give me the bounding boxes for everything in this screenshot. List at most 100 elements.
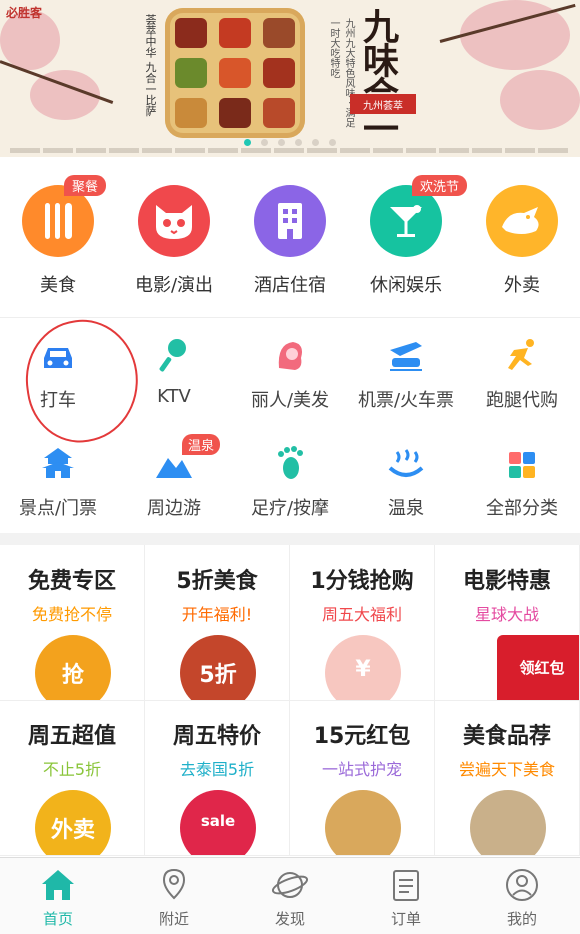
subcategory-9[interactable]: 温泉 xyxy=(348,442,464,520)
tab-label: 我的 xyxy=(506,910,537,928)
tab-label: 发现 xyxy=(274,910,305,928)
promo-subtitle: 星球大战 xyxy=(474,605,539,624)
carousel-dot[interactable] xyxy=(329,139,336,146)
promo-image-text: 外卖 xyxy=(50,818,95,843)
promo-image-text: ¥ xyxy=(355,657,371,682)
subcategory-8[interactable]: 足疗/按摩 xyxy=(232,442,348,520)
promo-card[interactable]: 周五特价去泰国5折 sale xyxy=(145,700,290,856)
promo-image: sale xyxy=(180,790,256,855)
carousel-indicator[interactable] xyxy=(0,139,580,146)
tab-4[interactable]: 订单 xyxy=(348,858,464,934)
category-3[interactable]: 酒店住宿 xyxy=(232,185,348,297)
subcategory-label: 跑腿代购 xyxy=(486,390,558,411)
promotion-grid: 免费专区 免费抢不停抢 5折美食 开年福利! 5折 1分钱抢购 周五大福利 ¥ 电影特惠 星球大战… xyxy=(0,545,580,857)
banner-stamp: 九州荟萃 xyxy=(350,94,416,114)
promo-title: 美食品荐 xyxy=(462,724,551,749)
plane-train-icon xyxy=(348,334,464,372)
subcategory-label: 全部分类 xyxy=(486,498,558,519)
carousel-dot[interactable] xyxy=(244,139,251,146)
tab-label: 附近 xyxy=(158,910,189,928)
promo-banner[interactable]: 必胜客 荟萃中华 九合一比萨 九州九大特色风味 · 满足一时大吃特吃 九味合一 … xyxy=(0,0,580,157)
subcategory-label: 周边游 xyxy=(147,498,201,519)
subcategory-3[interactable]: 丽人/美发 xyxy=(232,334,348,412)
cat-icon xyxy=(138,185,210,257)
user-icon xyxy=(505,869,539,906)
subcategory-badge: 温泉 xyxy=(182,434,221,455)
category-label: 美食 xyxy=(40,275,76,296)
subcategory-4[interactable]: 机票/火车票 xyxy=(348,334,464,412)
subcategory-5[interactable]: 跑腿代购 xyxy=(464,334,580,412)
promo-image-text: sale xyxy=(200,812,236,830)
promo-image: 抢 xyxy=(35,635,111,700)
carousel-dot[interactable] xyxy=(278,139,285,146)
promo-image-text: 5折 xyxy=(199,663,237,688)
banner-left-slogan: 荟萃中华 九合一比萨 xyxy=(144,14,157,117)
promo-card[interactable]: 周五超值 不止5折 外卖 xyxy=(0,700,145,856)
category-4[interactable]: 欢洗节休闲娱乐 xyxy=(348,175,468,297)
promo-card[interactable]: 5折美食 开年福利! 5折 xyxy=(145,545,290,701)
banner-title: 九味合一 xyxy=(357,8,399,144)
promo-card[interactable]: 免费专区免费抢不停抢 xyxy=(0,545,145,701)
category-badge: 聚餐 xyxy=(64,175,107,196)
promo-card[interactable]: 15元红包一站式护宠 xyxy=(290,700,435,856)
promo-image: 5折 xyxy=(180,635,256,700)
promo-image xyxy=(470,790,546,855)
promo-title: 1分钱抢购 xyxy=(310,569,414,594)
grid-icon xyxy=(464,442,580,480)
promo-subtitle: 周五大福利 xyxy=(321,605,402,624)
subcategory-label: 丽人/美发 xyxy=(250,390,330,411)
tab-3[interactable]: 发现 xyxy=(232,858,348,934)
promo-card[interactable]: 1分钱抢购周五大福利 ¥ xyxy=(290,545,435,701)
category-label: 休闲娱乐 xyxy=(370,275,442,296)
promo-image: 外卖 xyxy=(35,790,111,855)
promo-subtitle: 开年福利! xyxy=(181,605,253,624)
category-2[interactable]: 电影/演出 xyxy=(116,185,232,297)
pizza-image xyxy=(165,8,305,138)
main-category-grid: 聚餐 美食 电影/演出 酒店住宿 欢洗节 休闲娱乐 外卖 xyxy=(0,157,580,317)
planet-icon xyxy=(271,872,309,906)
category-label: 酒店住宿 xyxy=(254,275,326,296)
promo-subtitle: 一站式护宠 xyxy=(321,760,402,779)
promo-subtitle: 不止5折 xyxy=(42,760,102,779)
footprint-icon xyxy=(232,442,348,480)
location-pin-icon xyxy=(157,868,191,906)
tab-label: 首页 xyxy=(42,910,73,928)
order-list-icon xyxy=(391,870,421,906)
promo-image: ¥ xyxy=(325,635,401,700)
category-1[interactable]: 聚餐美食 xyxy=(0,175,116,297)
promo-title: 免费专区 xyxy=(27,569,116,594)
cocktail-icon: 欢洗节 xyxy=(370,175,468,257)
woman-hair-icon xyxy=(232,334,348,372)
promo-subtitle: 尝遍天下美食 xyxy=(458,760,555,779)
promo-title: 周五特价 xyxy=(172,724,261,749)
brand-logo: 必胜客 xyxy=(6,6,43,20)
carousel-dot[interactable] xyxy=(261,139,268,146)
subcategory-7[interactable]: 温泉周边游 xyxy=(116,434,232,520)
promo-subtitle: 免费抢不停 xyxy=(31,605,112,624)
pagoda-icon xyxy=(0,442,116,480)
tab-5[interactable]: 我的 xyxy=(464,858,580,934)
category-label: 电影/演出 xyxy=(134,275,214,296)
category-5[interactable]: 外卖 xyxy=(464,185,580,297)
tab-label: 订单 xyxy=(390,910,421,928)
subcategory-10[interactable]: 全部分类 xyxy=(464,442,580,520)
tab-2[interactable]: 附近 xyxy=(116,858,232,934)
category-badge: 欢洗节 xyxy=(412,175,468,196)
subcategory-label: 景点/门票 xyxy=(18,498,98,519)
promo-card[interactable]: 电影特惠 星球大战 领红包 xyxy=(435,545,580,701)
delivery-icon xyxy=(486,185,558,257)
promo-title: 电影特惠 xyxy=(462,569,551,594)
promo-subtitle: 去泰国5折 xyxy=(179,760,255,779)
category-label: 外卖 xyxy=(504,275,540,296)
promo-image-text: 抢 xyxy=(61,663,84,688)
tab-1[interactable]: 首页 xyxy=(0,858,116,934)
carousel-dot[interactable] xyxy=(295,139,302,146)
bottom-tab-bar: 首页 附近 发现 订单 我的 xyxy=(0,857,580,934)
hot-spring-icon xyxy=(348,442,464,480)
carousel-dot[interactable] xyxy=(312,139,319,146)
subcategory-6[interactable]: 景点/门票 xyxy=(0,442,116,520)
promo-title: 15元红包 xyxy=(313,724,411,749)
building-icon xyxy=(254,185,326,257)
banner-fine-print xyxy=(10,148,570,153)
promo-card[interactable]: 美食品荐尝遍天下美食 xyxy=(435,700,580,856)
